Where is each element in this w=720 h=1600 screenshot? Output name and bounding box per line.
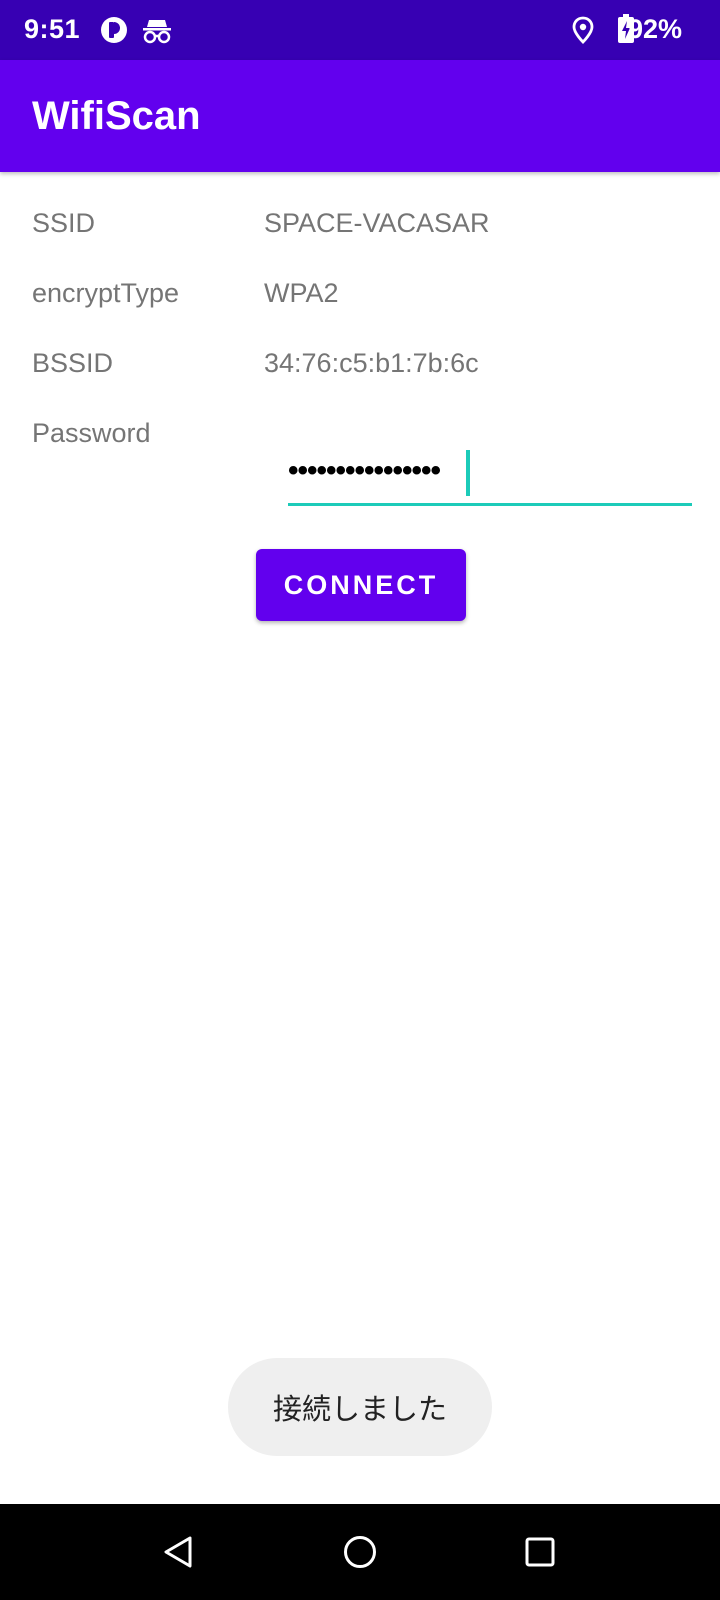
status-bar: 9:51 92% xyxy=(0,0,720,60)
password-input[interactable]: •••••••••••••••• xyxy=(288,446,692,506)
app-notification-icon xyxy=(100,16,128,49)
ssid-label: SSID xyxy=(32,208,96,238)
app-bar: WifiScan xyxy=(0,60,720,172)
encrypt-type-value: WPA2 xyxy=(264,278,339,308)
incognito-icon xyxy=(142,16,172,49)
password-input-underline xyxy=(288,503,692,506)
toast-message: 接続しました xyxy=(228,1358,492,1456)
bssid-value: 34:76:c5:b1:7b:6c xyxy=(264,348,479,378)
navigation-bar xyxy=(0,1504,720,1600)
recents-icon[interactable] xyxy=(522,1534,558,1575)
home-icon[interactable] xyxy=(342,1534,378,1575)
ssid-value: SPACE-VACASAR xyxy=(264,208,490,238)
password-input-value: •••••••••••••••• xyxy=(288,454,441,487)
connect-button[interactable]: CONNECT xyxy=(256,549,466,621)
location-icon xyxy=(572,16,594,49)
encrypt-type-label: encryptType xyxy=(32,278,180,308)
app-title: WifiScan xyxy=(32,94,201,138)
bssid-label: BSSID xyxy=(32,348,114,378)
text-cursor xyxy=(466,450,470,496)
status-time: 9:51 xyxy=(24,14,81,44)
back-icon[interactable] xyxy=(160,1534,196,1575)
battery-percentage: 92% xyxy=(627,14,682,44)
password-label: Password xyxy=(32,418,151,448)
